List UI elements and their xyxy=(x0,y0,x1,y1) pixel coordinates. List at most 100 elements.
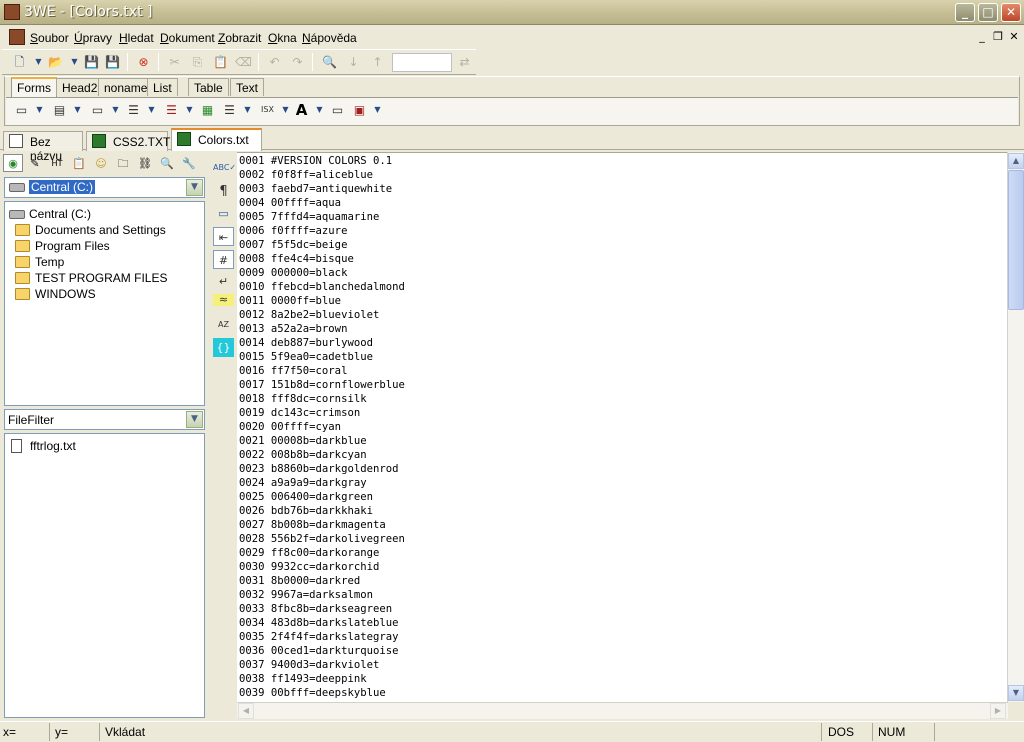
code-line[interactable]: 0018 fff8dc=cornsilk xyxy=(239,392,367,406)
select-icon[interactable]: ☰ xyxy=(124,101,143,119)
tools-icon[interactable]: 🔧 xyxy=(179,154,199,172)
code-line[interactable]: 0007 f5f5dc=beige xyxy=(239,238,347,252)
code-line[interactable]: 0030 9932cc=darkorchid xyxy=(239,560,379,574)
menu-soubor[interactable]: Soubor xyxy=(30,31,69,45)
input-field-icon[interactable]: ▤ xyxy=(50,101,69,119)
code-line[interactable]: 0025 006400=darkgreen xyxy=(239,490,373,504)
search-files-icon[interactable]: 🔍 xyxy=(157,154,177,172)
html-icon[interactable]: HT xyxy=(47,154,67,172)
code-line[interactable]: 0003 faebd7=antiquewhite xyxy=(239,182,392,196)
label-icon[interactable]: ▣ xyxy=(350,101,369,119)
isindex-icon[interactable]: ISX xyxy=(258,101,277,119)
eraser-icon[interactable]: ⌫ xyxy=(234,53,253,71)
code-line[interactable]: 0009 000000=black xyxy=(239,266,347,280)
close-file-icon[interactable]: ⊗ xyxy=(134,53,153,71)
menu-hledat[interactable]: Hledat xyxy=(119,31,154,45)
pilcrow-icon[interactable]: ¶ xyxy=(213,182,234,201)
copy-icon[interactable]: ⎘ xyxy=(188,53,207,71)
code-line[interactable]: 0008 ffe4c4=bisque xyxy=(239,252,354,266)
file-filter-select[interactable]: FileFilter ▼ xyxy=(4,409,205,430)
edit-icon[interactable]: ✎ xyxy=(25,154,45,172)
scroll-left-icon[interactable]: ◀ xyxy=(238,703,254,719)
code-line[interactable]: 0021 00008b=darkblue xyxy=(239,434,367,448)
tab-forms[interactable]: Forms xyxy=(11,77,57,97)
chain-icon[interactable]: ⛓ xyxy=(135,154,155,172)
tree-item-drive[interactable]: Central (C:) xyxy=(9,207,91,221)
code-line[interactable]: 0014 deb887=burlywood xyxy=(239,336,373,350)
code-line[interactable]: 0006 f0ffff=azure xyxy=(239,224,347,238)
tab-list[interactable]: List xyxy=(147,78,178,96)
smiley-icon[interactable]: ☺ xyxy=(91,154,111,172)
horizontal-scrollbar[interactable]: ◀ ▶ xyxy=(237,702,1008,719)
scroll-right-icon[interactable]: ▶ xyxy=(990,703,1006,719)
menu-dokument[interactable]: Dokument xyxy=(160,31,215,45)
app-icon[interactable] xyxy=(4,4,20,20)
tree-item-folder[interactable]: Documents and Settings xyxy=(15,223,166,237)
scroll-thumb[interactable] xyxy=(1008,170,1024,310)
code-line[interactable]: 0001 #VERSION COLORS 0.1 xyxy=(239,154,392,168)
frame-icon[interactable]: ▭ xyxy=(328,101,347,119)
code-line[interactable]: 0033 8fbc8b=darkseagreen xyxy=(239,602,392,616)
scroll-down-icon[interactable]: ▼ xyxy=(1008,685,1024,701)
code-line[interactable]: 0032 9967a=darksalmon xyxy=(239,588,373,602)
paste-icon[interactable]: 📋 xyxy=(211,53,230,71)
code-line[interactable]: 0027 8b008b=darkmagenta xyxy=(239,518,386,532)
save-icon[interactable]: 💾 xyxy=(82,53,101,71)
maximize-button[interactable]: □ xyxy=(978,3,998,22)
tab-noname[interactable]: noname xyxy=(98,78,154,96)
find-prev-icon[interactable]: ↑ xyxy=(368,53,387,71)
undo-icon[interactable]: ↶ xyxy=(265,53,284,71)
chevron-down-icon[interactable]: ▼ xyxy=(186,411,203,428)
code-line[interactable]: 0038 ff1493=deeppink xyxy=(239,672,367,686)
replace-icon[interactable]: ⇄ xyxy=(455,53,474,71)
input-dropdown-icon[interactable]: ▼ xyxy=(68,101,87,119)
cut-icon[interactable]: ✂ xyxy=(165,53,184,71)
code-line[interactable]: 0035 2f4f4f=darkslategray xyxy=(239,630,398,644)
code-line[interactable]: 0031 8b0000=darkred xyxy=(239,574,360,588)
menu-okna[interactable]: Okna xyxy=(268,31,297,45)
scroll-up-icon[interactable]: ▲ xyxy=(1008,153,1024,169)
title-bar[interactable]: 3WE - [Colors.txt ] _ □ ✕ xyxy=(0,0,1024,25)
find-next-icon[interactable]: ↓ xyxy=(344,53,363,71)
font-dropdown-icon[interactable]: ▼ xyxy=(310,101,329,119)
list-item[interactable]: fftrlog.txt xyxy=(11,439,76,453)
globe-icon[interactable]: ◉ xyxy=(3,154,23,172)
hash-icon[interactable]: # xyxy=(213,250,234,269)
code-line[interactable]: 0024 a9a9a9=darkgray xyxy=(239,476,367,490)
menu-napoveda[interactable]: Nápověda xyxy=(302,31,357,45)
option-dropdown-icon[interactable]: ▼ xyxy=(180,101,199,119)
mdi-minimize-button[interactable]: _ xyxy=(974,30,990,44)
code-line[interactable]: 0011 0000ff=blue xyxy=(239,294,341,308)
code-line[interactable]: 0036 00ced1=darkturquoise xyxy=(239,644,398,658)
code-line[interactable]: 0013 a52a2a=brown xyxy=(239,322,347,336)
textarea-icon[interactable]: ▭ xyxy=(88,101,107,119)
code-line[interactable]: 0037 9400d3=darkviolet xyxy=(239,658,379,672)
redo-icon[interactable]: ↷ xyxy=(288,53,307,71)
open-folder-icon[interactable]: 📂 xyxy=(46,53,65,71)
code-line[interactable]: 0016 ff7f50=coral xyxy=(239,364,347,378)
tab-colors[interactable]: Colors.txt xyxy=(171,128,262,151)
form-dropdown-icon[interactable]: ▼ xyxy=(30,101,49,119)
window-icon[interactable]: ▭ xyxy=(213,204,234,223)
close-button[interactable]: ✕ xyxy=(1001,3,1021,22)
minimize-button[interactable]: _ xyxy=(955,3,975,22)
sort-icon[interactable]: AZ xyxy=(213,315,234,334)
tab-bez-nazvu[interactable]: Bez názvu xyxy=(3,131,83,163)
code-line[interactable]: 0026 bdb76b=darkkhaki xyxy=(239,504,373,518)
code-line[interactable]: 0004 00ffff=aqua xyxy=(239,196,341,210)
code-line[interactable]: 0019 dc143c=crimson xyxy=(239,406,360,420)
code-line[interactable]: 0005 7fffd4=aquamarine xyxy=(239,210,379,224)
select-dropdown-icon[interactable]: ▼ xyxy=(142,101,161,119)
drive-select[interactable]: Central (C:) ▼ xyxy=(4,177,205,198)
menu-zobrazit[interactable]: Zobrazit xyxy=(218,31,261,45)
save-all-icon[interactable]: 💾 xyxy=(103,53,122,71)
tree-item-folder[interactable]: TEST PROGRAM FILES xyxy=(15,271,167,285)
document-icon[interactable] xyxy=(9,29,25,45)
code-line[interactable]: 0023 b8860b=darkgoldenrod xyxy=(239,462,398,476)
spellcheck-icon[interactable]: ABC✓ xyxy=(213,158,236,177)
code-line[interactable]: 0010 ffebcd=blanchedalmond xyxy=(239,280,405,294)
menu-upravy[interactable]: Úpravy xyxy=(74,31,112,45)
form-icon[interactable]: ▭ xyxy=(12,101,31,119)
optgroup-icon[interactable]: ▦ xyxy=(198,101,217,119)
code-line[interactable]: 0012 8a2be2=blueviolet xyxy=(239,308,379,322)
